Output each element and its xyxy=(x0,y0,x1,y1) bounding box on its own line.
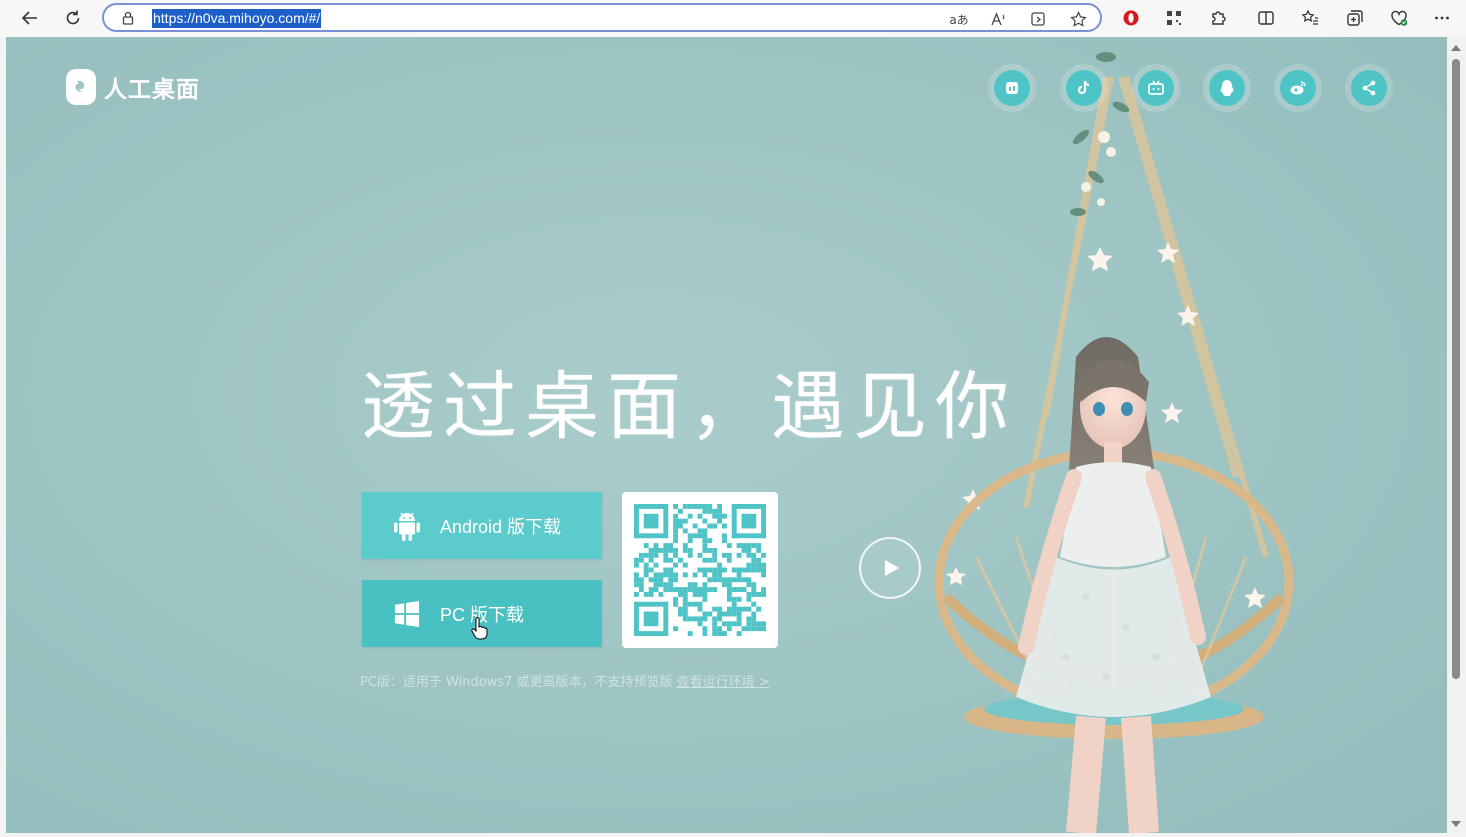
scroll-up-icon[interactable] xyxy=(1451,45,1461,51)
favorites-list-icon xyxy=(1301,9,1318,25)
back-arrow-icon xyxy=(21,11,37,25)
opera-icon xyxy=(1123,10,1139,26)
bilibili-social-button[interactable] xyxy=(1132,64,1180,112)
share-social-button[interactable] xyxy=(1345,64,1393,112)
back-button[interactable] xyxy=(15,4,45,32)
share-icon xyxy=(1362,80,1376,96)
bilibili-icon xyxy=(1148,80,1164,95)
refresh-icon xyxy=(66,10,80,25)
collections-button[interactable] xyxy=(1340,4,1370,32)
douyin-social-button[interactable] xyxy=(1060,64,1108,112)
url-text[interactable]: https://n0va.mihoyo.com/#/ xyxy=(152,9,322,28)
android-icon xyxy=(390,509,424,543)
page-viewport: 人工桌面 透过桌面，遇见你 Android 版下载 PC 版下载 PC版：适用于… xyxy=(6,37,1447,833)
lock-icon[interactable] xyxy=(120,10,136,26)
logo-mark-icon xyxy=(66,69,96,105)
more-dots-icon xyxy=(1435,16,1449,20)
split-screen-icon xyxy=(1258,11,1274,25)
mihoyo-social-button[interactable] xyxy=(988,64,1036,112)
hero-headline: 透过桌面，遇见你 xyxy=(361,364,1017,450)
puzzle-icon xyxy=(1212,11,1226,25)
browser-essentials-button[interactable] xyxy=(1384,4,1414,32)
android-download-button[interactable]: Android 版下载 xyxy=(362,492,602,559)
play-icon xyxy=(885,560,899,576)
extensions-button[interactable] xyxy=(1203,4,1233,32)
qq-icon xyxy=(1220,80,1234,96)
hand-cursor-icon xyxy=(471,617,488,640)
favorites-button[interactable] xyxy=(1295,4,1325,32)
qr-scan-icon xyxy=(1167,11,1181,25)
refresh-button[interactable] xyxy=(58,4,88,32)
android-download-label: Android 版下载 xyxy=(440,516,562,537)
logo-text: 人工桌面 xyxy=(104,77,200,103)
scrollbar-thumb[interactable] xyxy=(1452,59,1460,679)
view-environment-link[interactable]: 查看运行环境 > xyxy=(676,675,769,690)
read-aloud-glyph-icon xyxy=(990,11,1004,25)
favorite-star-icon[interactable] xyxy=(1068,9,1088,29)
pc-requirements-note: PC版：适用于 Windows7 或更高版本，不支持预览版 查看运行环境 > xyxy=(360,671,770,690)
qr-extension-button[interactable] xyxy=(1159,4,1189,32)
vertical-scrollbar[interactable] xyxy=(1447,37,1466,833)
douyin-icon xyxy=(1077,80,1090,95)
translate-icon[interactable]: aあ xyxy=(949,9,969,29)
collections-icon xyxy=(1347,10,1363,26)
weibo-icon xyxy=(1290,81,1306,95)
heart-pulse-icon xyxy=(1391,10,1408,26)
address-bar[interactable]: https://n0va.mihoyo.com/#/ aあ xyxy=(102,3,1102,32)
browser-toolbar: https://n0va.mihoyo.com/#/ aあ xyxy=(0,0,1466,37)
opera-extension-button[interactable] xyxy=(1116,4,1146,32)
settings-more-button[interactable] xyxy=(1427,4,1457,32)
star-outline-icon xyxy=(1069,10,1087,27)
mihoyo-icon xyxy=(1006,82,1018,94)
scroll-down-icon[interactable] xyxy=(1451,821,1461,827)
split-screen-button[interactable] xyxy=(1251,4,1281,32)
pc-requirements-text: PC版：适用于 Windows7 或更高版本，不支持预览版 xyxy=(360,675,673,690)
site-logo[interactable]: 人工桌面 xyxy=(66,69,200,105)
play-video-button[interactable] xyxy=(859,537,921,599)
windows-icon xyxy=(390,597,424,631)
weibo-social-button[interactable] xyxy=(1274,64,1322,112)
app-install-glyph-icon xyxy=(1030,11,1045,26)
read-aloud-icon[interactable] xyxy=(988,9,1008,29)
qq-social-button[interactable] xyxy=(1203,64,1251,112)
download-qr-code xyxy=(622,492,778,648)
qr-code-image xyxy=(634,504,766,636)
app-available-icon[interactable] xyxy=(1028,9,1048,29)
